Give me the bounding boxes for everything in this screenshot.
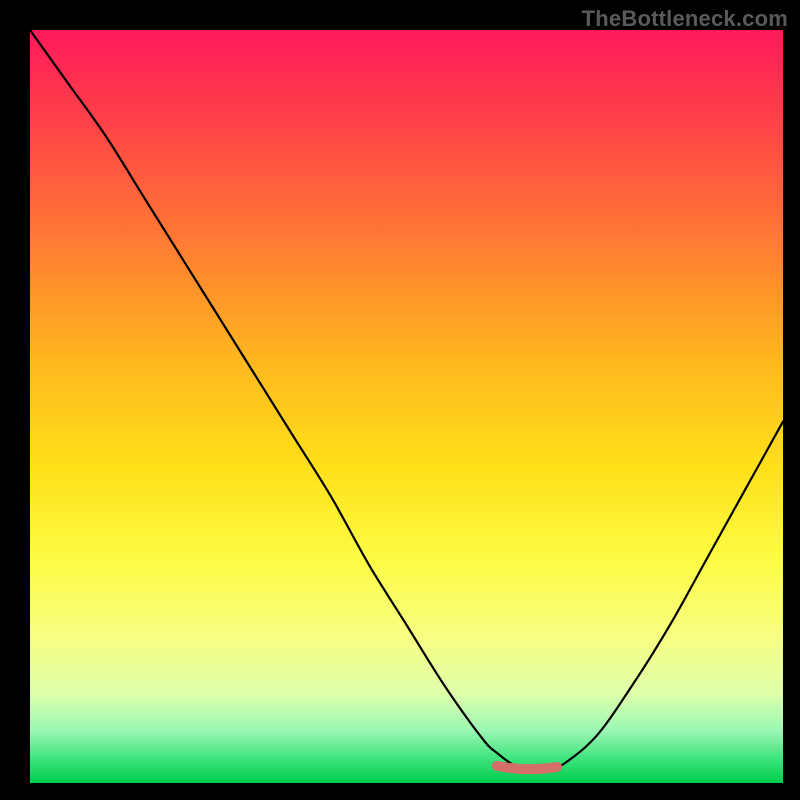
chart-stage: TheBottleneck.com (0, 0, 800, 800)
watermark-text: TheBottleneck.com (582, 6, 788, 32)
plot-area (30, 30, 783, 783)
curve-layer (30, 30, 783, 783)
bottleneck-curve (30, 30, 783, 770)
optimum-marker (497, 766, 557, 769)
